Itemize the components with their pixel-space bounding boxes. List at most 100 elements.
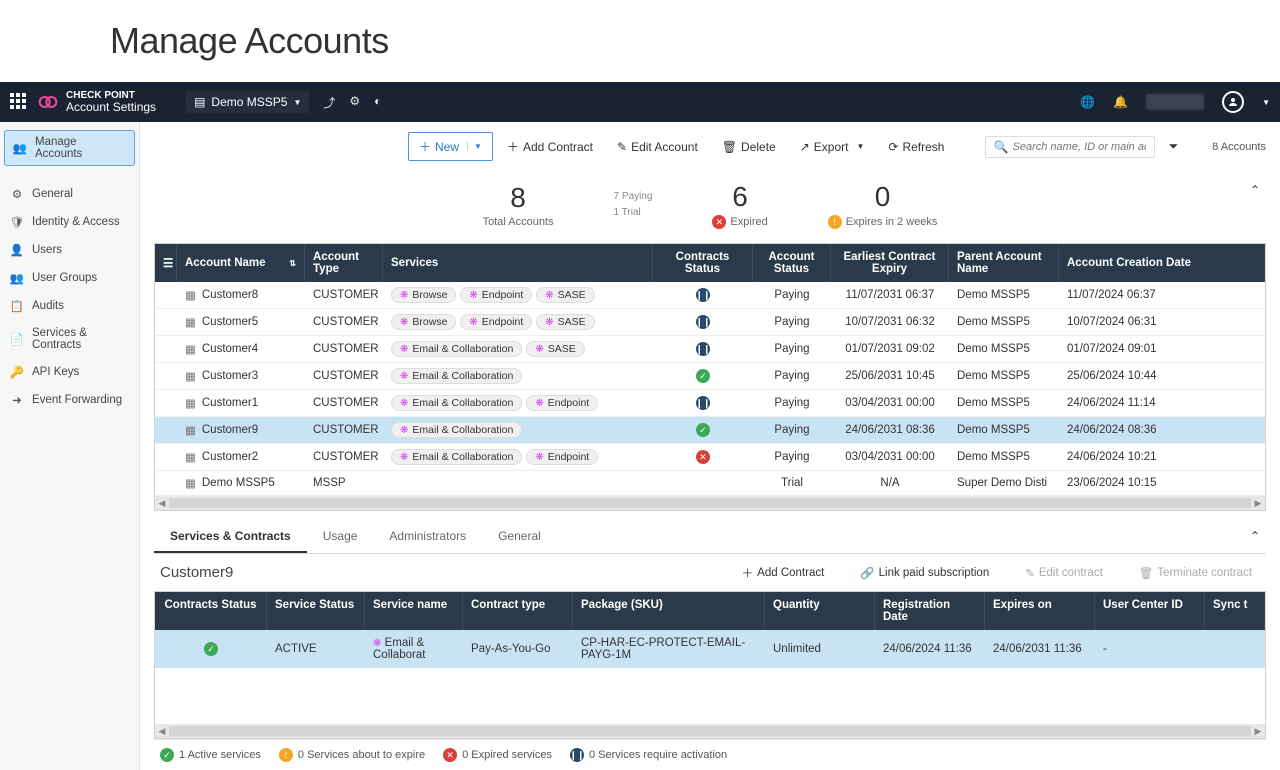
detail-add-contract[interactable]: ＋Add Contract: [734, 565, 833, 581]
toggle-icon[interactable]: ◐: [374, 94, 381, 111]
service-pill: ❋Endpoint: [460, 314, 532, 330]
button-label: Refresh: [902, 140, 944, 154]
col-package[interactable]: Package (SKU): [573, 592, 765, 630]
table-row[interactable]: ▦Customer8CUSTOMER❋Browse❋Endpoint❋SASE❙…: [155, 282, 1265, 309]
col-service-status[interactable]: Service Status: [267, 592, 365, 630]
refresh-button[interactable]: ⟳Refresh: [878, 135, 954, 159]
contract-row[interactable]: ✓ ACTIVE ❋ Email & Collaborat Pay-As-You…: [155, 630, 1265, 668]
trash-icon: 🗑: [1139, 566, 1154, 580]
col-contract-type[interactable]: Contract type: [463, 592, 573, 630]
col-contracts-status[interactable]: Contracts Status: [155, 592, 267, 630]
table-row[interactable]: ▦Customer4CUSTOMER❋Email & Collaboration…: [155, 336, 1265, 363]
cell-type: CUSTOMER: [305, 446, 383, 468]
service-icon: ❋: [545, 290, 553, 301]
table-body: ▦Customer8CUSTOMER❋Browse❋Endpoint❋SASE❙…: [155, 282, 1265, 496]
tab-services-contracts[interactable]: Services & Contracts: [154, 521, 307, 553]
cell-parent: Super Demo Disti: [949, 472, 1059, 494]
tab-administrators[interactable]: Administrators: [373, 521, 482, 553]
cell-parent: Demo MSSP5: [949, 284, 1059, 306]
sidebar-item-users[interactable]: 👤Users: [0, 236, 139, 264]
tab-usage[interactable]: Usage: [307, 521, 374, 553]
chevron-down-icon[interactable]: ▼: [1262, 98, 1270, 107]
pause-icon: ❙❙: [570, 748, 584, 762]
button-label: Delete: [741, 140, 776, 154]
col-services[interactable]: Services: [383, 244, 653, 282]
add-contract-button[interactable]: ＋Add Contract: [497, 133, 603, 160]
cell-expiry: 24/06/2031 08:36: [831, 419, 949, 441]
sidebar-item-general[interactable]: ⚙General: [0, 180, 139, 208]
trial-label: Trial: [622, 207, 641, 218]
horizontal-scrollbar[interactable]: ◀▶: [155, 496, 1265, 510]
scroll-track[interactable]: [169, 726, 1251, 736]
col-account-status[interactable]: Account Status: [753, 244, 831, 282]
col-account-type[interactable]: Account Type: [305, 244, 383, 282]
col-created[interactable]: Account Creation Date: [1059, 244, 1265, 282]
scroll-right-icon[interactable]: ▶: [1251, 726, 1265, 737]
cell-account-status: Paying: [753, 338, 831, 360]
summary-expired: ✕0 Expired services: [443, 748, 552, 762]
org-selector[interactable]: ▤ Demo MSSP5 ▼: [186, 91, 309, 113]
collapse-icon[interactable]: ⌃: [1250, 529, 1260, 543]
col-sync[interactable]: Sync t: [1205, 592, 1265, 630]
table-row[interactable]: ▦Customer5CUSTOMER❋Browse❋Endpoint❋SASE❙…: [155, 309, 1265, 336]
search-field[interactable]: [1013, 141, 1146, 153]
contracts-table: Contracts Status Service Status Service …: [154, 591, 1266, 739]
sidebar-item-identity[interactable]: 🛡Identity & Access: [0, 208, 139, 236]
col-expiry[interactable]: Earliest Contract Expiry: [831, 244, 949, 282]
org-name: Demo MSSP5: [211, 95, 287, 109]
cell-name: ▦Customer3: [177, 364, 305, 388]
table-row[interactable]: ▦Customer2CUSTOMER❋Email & Collaboration…: [155, 444, 1265, 471]
cell-created: 24/06/2024 10:21: [1059, 446, 1265, 468]
service-icon: ❋: [545, 317, 553, 328]
delete-button[interactable]: 🗑Delete: [712, 135, 786, 159]
col-account-name[interactable]: Account Name⇅: [177, 244, 305, 282]
edit-account-button[interactable]: ✎Edit Account: [607, 135, 708, 159]
account-icon: ▦: [185, 476, 196, 490]
collapse-icon[interactable]: ⌃: [1250, 183, 1260, 197]
cell-contract-status: ❙❙: [653, 283, 753, 307]
avatar-icon[interactable]: [1222, 91, 1244, 113]
tab-general[interactable]: General: [482, 521, 557, 553]
gear-icon[interactable]: ⚙: [349, 94, 360, 111]
sidebar-item-api-keys[interactable]: 🔑API Keys: [0, 358, 139, 386]
menu-column[interactable]: ☰: [155, 244, 177, 282]
detail-link-subscription[interactable]: 🔗Link paid subscription: [852, 566, 997, 580]
globe-icon[interactable]: 🌐: [1080, 95, 1095, 109]
scroll-left-icon[interactable]: ◀: [155, 498, 169, 509]
cell-parent: Demo MSSP5: [949, 446, 1059, 468]
cell-expiry: 03/04/2031 00:00: [831, 392, 949, 414]
apps-grid-icon[interactable]: [10, 93, 28, 111]
export-button[interactable]: ↗Export▼: [790, 135, 875, 159]
table-row[interactable]: ▦Customer1CUSTOMER❋Email & Collaboration…: [155, 390, 1265, 417]
upload-icon[interactable]: ⤴: [323, 94, 335, 111]
col-expires[interactable]: Expires on: [985, 592, 1095, 630]
sidebar-item-user-groups[interactable]: 👥User Groups: [0, 264, 139, 292]
scroll-right-icon[interactable]: ▶: [1251, 498, 1265, 509]
user-icon: 👤: [10, 243, 24, 257]
sidebar: 👥Manage Accounts ⚙General 🛡Identity & Ac…: [0, 122, 140, 770]
sidebar-item-event-forwarding[interactable]: ➜Event Forwarding: [0, 386, 139, 414]
sidebar-item-services-contracts[interactable]: 📄Services & Contracts: [0, 320, 139, 358]
filter-icon[interactable]: ⏷: [1159, 139, 1189, 154]
ok-icon: ✓: [204, 642, 218, 656]
bell-icon[interactable]: 🔔: [1113, 95, 1128, 109]
col-service-name[interactable]: Service name: [365, 592, 463, 630]
table-row[interactable]: ▦Demo MSSP5MSSPTrialN/ASuper Demo Disti2…: [155, 471, 1265, 496]
sidebar-item-manage-accounts[interactable]: 👥Manage Accounts: [4, 130, 135, 166]
col-user-center[interactable]: User Center ID: [1095, 592, 1205, 630]
sidebar-item-audits[interactable]: 📋Audits: [0, 292, 139, 320]
col-contracts-status[interactable]: Contracts Status: [653, 244, 753, 282]
col-quantity[interactable]: Quantity: [765, 592, 875, 630]
scroll-track[interactable]: [169, 498, 1251, 508]
cell-created: 25/06/2024 10:44: [1059, 365, 1265, 387]
horizontal-scrollbar[interactable]: ◀▶: [155, 724, 1265, 738]
search-input[interactable]: 🔍: [985, 136, 1155, 158]
scroll-left-icon[interactable]: ◀: [155, 726, 169, 737]
new-button[interactable]: ＋New▼: [408, 132, 493, 161]
table-row[interactable]: ▦Customer3CUSTOMER❋Email & Collaboration…: [155, 363, 1265, 390]
table-row[interactable]: ▦Customer9CUSTOMER❋Email & Collaboration…: [155, 417, 1265, 444]
col-parent[interactable]: Parent Account Name: [949, 244, 1059, 282]
service-icon: ❋: [535, 344, 543, 355]
brand-bottom: Account Settings: [66, 101, 156, 114]
col-registration[interactable]: Registration Date: [875, 592, 985, 630]
